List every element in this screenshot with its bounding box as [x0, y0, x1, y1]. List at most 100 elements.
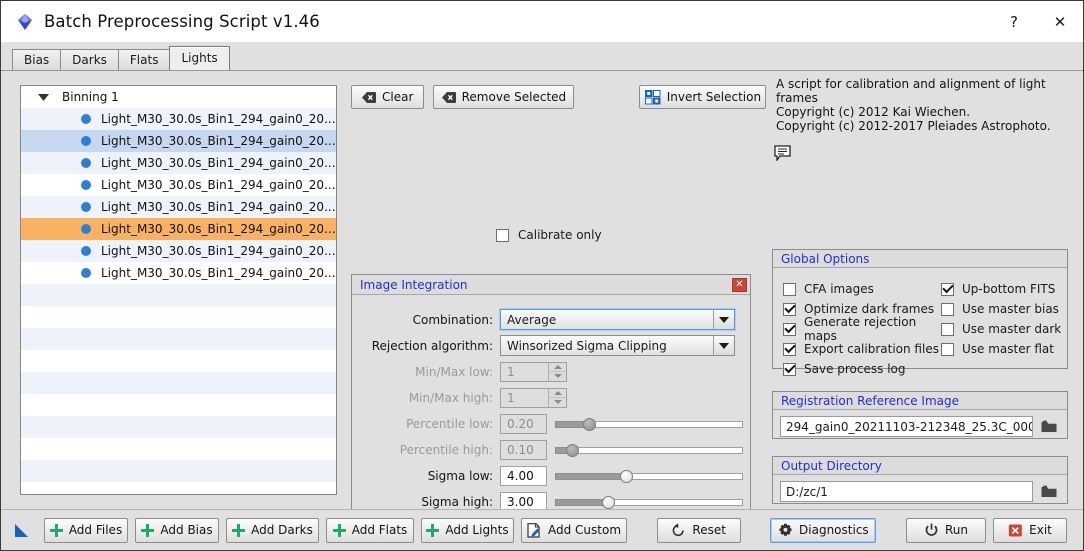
percentile-low-input[interactable]: 0.20 [500, 413, 547, 434]
empty-row [21, 328, 336, 350]
list-item[interactable]: Light_M30_30.0s_Bin1_294_gain0_20... [21, 130, 336, 152]
option-use-master-bias[interactable]: Use master bias [941, 299, 1061, 319]
run-button[interactable]: Run [906, 517, 987, 543]
use-master-flat-checkbox[interactable] [941, 342, 954, 356]
option-generate-rejection-maps[interactable]: Generate rejection maps [783, 315, 941, 343]
stepper-up-icon[interactable] [549, 362, 566, 372]
minmax-high-stepper[interactable]: 1 [500, 387, 567, 408]
option-label: Use master dark [962, 322, 1062, 336]
list-toolbar: Clear Remove Selected Invert Selection [351, 85, 767, 109]
rejection-select[interactable]: Winsorized Sigma Clipping [500, 335, 735, 356]
exit-button[interactable]: Exit [993, 517, 1068, 543]
up-bottom-fits-checkbox[interactable] [941, 282, 954, 296]
cfa-images-checkbox[interactable] [783, 282, 796, 296]
slider-knob[interactable] [565, 443, 579, 457]
add-custom-button[interactable]: Add Custom [521, 517, 627, 543]
tab-flats[interactable]: Flats [117, 49, 171, 70]
add-lights-button[interactable]: Add Lights [421, 517, 514, 543]
diagnostics-button[interactable]: Diagnostics [770, 517, 877, 543]
calibrate-only-checkbox[interactable] [496, 228, 509, 242]
folder-icon[interactable] [1038, 481, 1060, 502]
save-process-log-checkbox[interactable] [783, 362, 796, 376]
frame-dot-icon [81, 180, 91, 190]
option-use-master-flat[interactable]: Use master flat [941, 339, 1061, 359]
percentile-low-slider[interactable] [555, 415, 743, 433]
slider-knob[interactable] [601, 495, 615, 509]
help-button[interactable]: ? [991, 1, 1037, 42]
option-use-master-dark[interactable]: Use master dark [941, 319, 1061, 339]
add-files-button[interactable]: Add Files [44, 517, 128, 543]
option-export-calibration-files[interactable]: Export calibration files [783, 339, 941, 359]
list-item[interactable]: Light_M30_30.0s_Bin1_294_gain0_20... [21, 262, 336, 284]
use-master-dark-checkbox[interactable] [941, 322, 954, 336]
percentile-low-label: Percentile low: [406, 416, 493, 431]
output-directory-row: D:/zc/1 [773, 475, 1067, 502]
add-bias-label: Add Bias [160, 523, 213, 537]
add-flats-button[interactable]: Add Flats [326, 517, 414, 543]
list-item[interactable]: Light_M30_30.0s_Bin1_294_gain0_20... [21, 218, 336, 240]
list-item[interactable]: Light_M30_30.0s_Bin1_294_gain0_20... [21, 240, 336, 262]
percentile-high-label: Percentile high: [399, 442, 493, 457]
list-item[interactable]: Light_M30_30.0s_Bin1_294_gain0_20... [21, 152, 336, 174]
chevron-down-icon[interactable] [713, 336, 734, 355]
stepper-down-icon[interactable] [549, 398, 566, 407]
reset-button[interactable]: Reset [656, 517, 741, 543]
invert-selection-button[interactable]: Invert Selection [639, 85, 767, 109]
remove-selected-label: Remove Selected [461, 90, 567, 104]
add-darks-button[interactable]: Add Darks [226, 517, 319, 543]
file-list[interactable]: Binning 1 Light_M30_30.0s_Bin1_294_gain0… [20, 85, 337, 495]
combination-select[interactable]: Average [500, 309, 735, 330]
percentile-high-slider[interactable] [555, 441, 743, 459]
option-cfa-images[interactable]: CFA images [783, 279, 941, 299]
list-item[interactable]: Light_M30_30.0s_Bin1_294_gain0_20... [21, 174, 336, 196]
option-save-process-log[interactable]: Save process log [783, 359, 941, 379]
close-icon[interactable]: ✕ [732, 277, 747, 292]
tree-group-row[interactable]: Binning 1 [21, 86, 336, 108]
plus-icon [332, 523, 346, 537]
main-content: Binning 1 Light_M30_30.0s_Bin1_294_gain0… [1, 70, 1083, 550]
clear-button[interactable]: Clear [351, 85, 425, 109]
chevron-down-icon[interactable] [35, 93, 51, 101]
plus-icon [49, 523, 63, 537]
slider-fill [555, 498, 608, 506]
reset-icon [671, 522, 686, 538]
list-item[interactable]: Light_M30_30.0s_Bin1_294_gain0_20... [21, 108, 336, 130]
output-directory-input[interactable]: D:/zc/1 [780, 481, 1033, 502]
registration-reference-row: 294_gain0_20211103-212348_25.3C_0007.fit [773, 410, 1067, 437]
close-window-button[interactable]: ✕ [1037, 1, 1083, 42]
use-master-bias-checkbox[interactable] [941, 302, 954, 316]
chevron-down-icon[interactable] [713, 310, 734, 329]
sigma-low-input[interactable]: 4.00 [500, 465, 547, 486]
comment-icon[interactable] [774, 145, 791, 164]
exit-label: Exit [1029, 523, 1052, 537]
list-item-label: Light_M30_30.0s_Bin1_294_gain0_20... [101, 200, 336, 214]
export-calibration-files-checkbox[interactable] [783, 342, 796, 356]
tab-darks[interactable]: Darks [60, 49, 119, 70]
stepper-buttons[interactable] [548, 362, 566, 381]
folder-icon[interactable] [1038, 416, 1060, 437]
batch-preprocessing-window: Batch Preprocessing Script v1.46 ? ✕ Bia… [0, 0, 1084, 551]
optimize-dark-frames-checkbox[interactable] [783, 302, 796, 316]
stepper-up-icon[interactable] [549, 388, 566, 398]
sigma-high-slider[interactable] [555, 493, 743, 511]
slider-knob[interactable] [582, 417, 596, 431]
sigma-low-slider[interactable] [555, 467, 743, 485]
stepper-buttons[interactable] [548, 388, 566, 407]
tab-bar: Bias Darks Flats Lights [1, 42, 1083, 70]
add-bias-button[interactable]: Add Bias [135, 517, 219, 543]
minmax-low-stepper[interactable]: 1 [500, 361, 567, 382]
tab-bias[interactable]: Bias [12, 49, 62, 70]
option-up-bottom-fits[interactable]: Up-bottom FITS [941, 279, 1061, 299]
tab-lights[interactable]: Lights [169, 46, 230, 70]
percentile-high-input[interactable]: 0.10 [500, 439, 547, 460]
calibrate-only-row[interactable]: Calibrate only [496, 228, 602, 242]
slider-knob[interactable] [620, 469, 634, 483]
list-item-label: Light_M30_30.0s_Bin1_294_gain0_20... [101, 134, 336, 148]
list-item[interactable]: Light_M30_30.0s_Bin1_294_gain0_20... [21, 196, 336, 218]
combination-value: Average [507, 312, 557, 327]
stepper-down-icon[interactable] [549, 372, 566, 381]
output-directory-header: Output Directory [773, 457, 1067, 475]
generate-rejection-maps-checkbox[interactable] [783, 322, 796, 336]
remove-selected-button[interactable]: Remove Selected [433, 85, 575, 109]
registration-reference-input[interactable]: 294_gain0_20211103-212348_25.3C_0007.fit [780, 416, 1033, 437]
